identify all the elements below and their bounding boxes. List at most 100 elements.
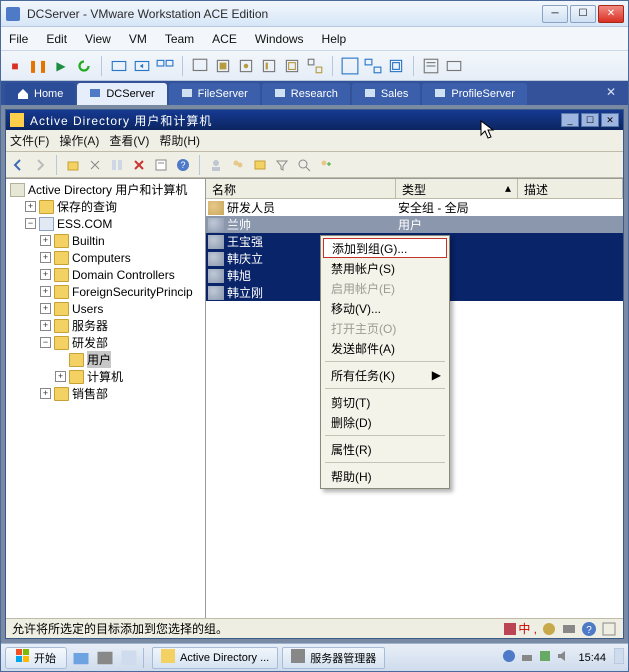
ace-button-3[interactable] [259, 56, 279, 76]
menu-windows[interactable]: Windows [255, 32, 304, 46]
col-type[interactable]: 类型▴ [396, 179, 518, 198]
tab-fileserver[interactable]: FileServer [169, 83, 260, 105]
tray-clock[interactable]: 15:44 [574, 652, 610, 664]
ctx-delete[interactable]: 删除(D) [323, 412, 447, 432]
tree-rnd-computers-ou[interactable]: +计算机 [6, 368, 205, 385]
ctx-cut[interactable]: 剪切(T) [323, 392, 447, 412]
fullscreen-button[interactable] [340, 56, 360, 76]
expand-icon[interactable]: + [40, 269, 51, 280]
menu-help[interactable]: Help [322, 32, 347, 46]
ctx-disable-account[interactable]: 禁用帐户(S) [323, 258, 447, 278]
find-button[interactable] [294, 155, 314, 175]
quickswitch-button[interactable] [363, 56, 383, 76]
expand-icon[interactable]: + [40, 320, 51, 331]
menu-file[interactable]: File [9, 32, 28, 46]
show-hide-console-tree-button[interactable] [107, 155, 127, 175]
list-row[interactable]: 兰帅 用户 [206, 216, 623, 233]
tree-fsp[interactable]: +ForeignSecurityPrincip [6, 283, 205, 300]
expand-icon[interactable]: + [40, 235, 51, 246]
quicklaunch-show-desktop[interactable] [119, 648, 139, 668]
menu-view[interactable]: View [85, 32, 111, 46]
back-button[interactable] [8, 155, 28, 175]
unity-button[interactable] [386, 56, 406, 76]
tab-dcserver[interactable]: DCServer [77, 83, 166, 105]
ace-button-2[interactable] [236, 56, 256, 76]
tree-pane[interactable]: Active Directory 用户和计算机 +保存的查询 −ESS.COM … [6, 179, 206, 618]
reset-button[interactable] [74, 56, 94, 76]
start-button[interactable]: 开始 [5, 647, 67, 669]
ace-button-1[interactable] [213, 56, 233, 76]
expand-icon[interactable]: + [40, 252, 51, 263]
ctx-send-mail[interactable]: 发送邮件(A) [323, 338, 447, 358]
collapse-icon[interactable]: − [25, 218, 36, 229]
poweroff-button[interactable]: ■ [5, 56, 25, 76]
create-group-button[interactable] [228, 155, 248, 175]
mmc-maximize-button[interactable]: ☐ [581, 113, 599, 127]
tree-builtin[interactable]: +Builtin [6, 232, 205, 249]
menu-vm[interactable]: VM [129, 32, 147, 46]
expand-icon[interactable]: + [40, 303, 51, 314]
add-to-group-toolbar-button[interactable] [316, 155, 336, 175]
tree-rnd-users-ou[interactable]: 用户 [6, 351, 205, 368]
tree-servers-ou[interactable]: +服务器 [6, 317, 205, 334]
col-name[interactable]: 名称 [206, 179, 396, 198]
taskbar-task-ad[interactable]: Active Directory ... [152, 647, 278, 669]
create-user-button[interactable] [206, 155, 226, 175]
tray-volume-icon[interactable] [556, 649, 570, 666]
tree-domain-controllers[interactable]: +Domain Controllers [6, 266, 205, 283]
tree-users-container[interactable]: +Users [6, 300, 205, 317]
expand-icon[interactable]: + [25, 201, 36, 212]
vmware-minimize-button[interactable]: ─ [542, 5, 568, 23]
quicklaunch-server-manager[interactable] [95, 648, 115, 668]
expand-icon[interactable]: + [40, 286, 51, 297]
tray-network-icon[interactable] [520, 649, 534, 666]
forward-button[interactable] [30, 155, 50, 175]
vmware-maximize-button[interactable]: ☐ [570, 5, 596, 23]
up-button[interactable] [63, 155, 83, 175]
tab-profileserver[interactable]: ProfileServer [422, 83, 527, 105]
delete-button[interactable] [129, 155, 149, 175]
taskbar-task-server-manager[interactable]: 服务器管理器 [282, 647, 385, 669]
ctx-move[interactable]: 移动(V)... [323, 298, 447, 318]
create-ou-button[interactable] [250, 155, 270, 175]
ctx-properties[interactable]: 属性(R) [323, 439, 447, 459]
help-icon[interactable]: ? [581, 621, 597, 637]
tray-icon[interactable] [538, 649, 552, 666]
menu-ace[interactable]: ACE [212, 32, 237, 46]
tray-icon[interactable] [502, 649, 516, 666]
mmc-menu-file[interactable]: 文件(F) [10, 132, 49, 149]
summary-button[interactable] [421, 56, 441, 76]
show-console-button[interactable] [190, 56, 210, 76]
tree-rnd-ou[interactable]: −研发部 [6, 334, 205, 351]
tree-root[interactable]: Active Directory 用户和计算机 [6, 181, 205, 198]
mmc-menu-help[interactable]: 帮助(H) [159, 132, 200, 149]
properties-button[interactable] [151, 155, 171, 175]
mmc-menu-view[interactable]: 查看(V) [109, 132, 149, 149]
snapshot-revert-button[interactable] [132, 56, 152, 76]
help-button[interactable]: ? [173, 155, 193, 175]
tree-saved-queries[interactable]: +保存的查询 [6, 198, 205, 215]
vmware-close-button[interactable]: ✕ [598, 5, 624, 23]
list-row[interactable]: 研发人员 安全组 - 全局 [206, 199, 623, 216]
menu-team[interactable]: Team [165, 32, 194, 46]
quicklaunch-explorer[interactable] [71, 648, 91, 668]
tab-close-button[interactable]: ✕ [606, 85, 622, 101]
tab-home[interactable]: Home [5, 83, 75, 105]
tree-computers[interactable]: +Computers [6, 249, 205, 266]
ctx-add-to-group[interactable]: 添加到组(G)... [323, 238, 447, 258]
appliance-button[interactable] [444, 56, 464, 76]
suspend-button[interactable]: ❚❚ [28, 56, 48, 76]
tab-sales[interactable]: Sales [352, 83, 421, 105]
ctx-help[interactable]: 帮助(H) [323, 466, 447, 486]
mmc-menu-action[interactable]: 操作(A) [59, 132, 99, 149]
expand-icon[interactable]: + [40, 388, 51, 399]
ctx-open-homepage[interactable]: 打开主页(O) [323, 318, 447, 338]
tree-domain[interactable]: −ESS.COM [6, 215, 205, 232]
tab-research[interactable]: Research [262, 83, 350, 105]
collapse-icon[interactable]: − [40, 337, 51, 348]
tray-show-desktop[interactable] [614, 648, 624, 667]
col-desc[interactable]: 描述 [518, 179, 623, 198]
menu-edit[interactable]: Edit [46, 32, 67, 46]
snapshot-button[interactable] [109, 56, 129, 76]
ace-button-4[interactable] [282, 56, 302, 76]
